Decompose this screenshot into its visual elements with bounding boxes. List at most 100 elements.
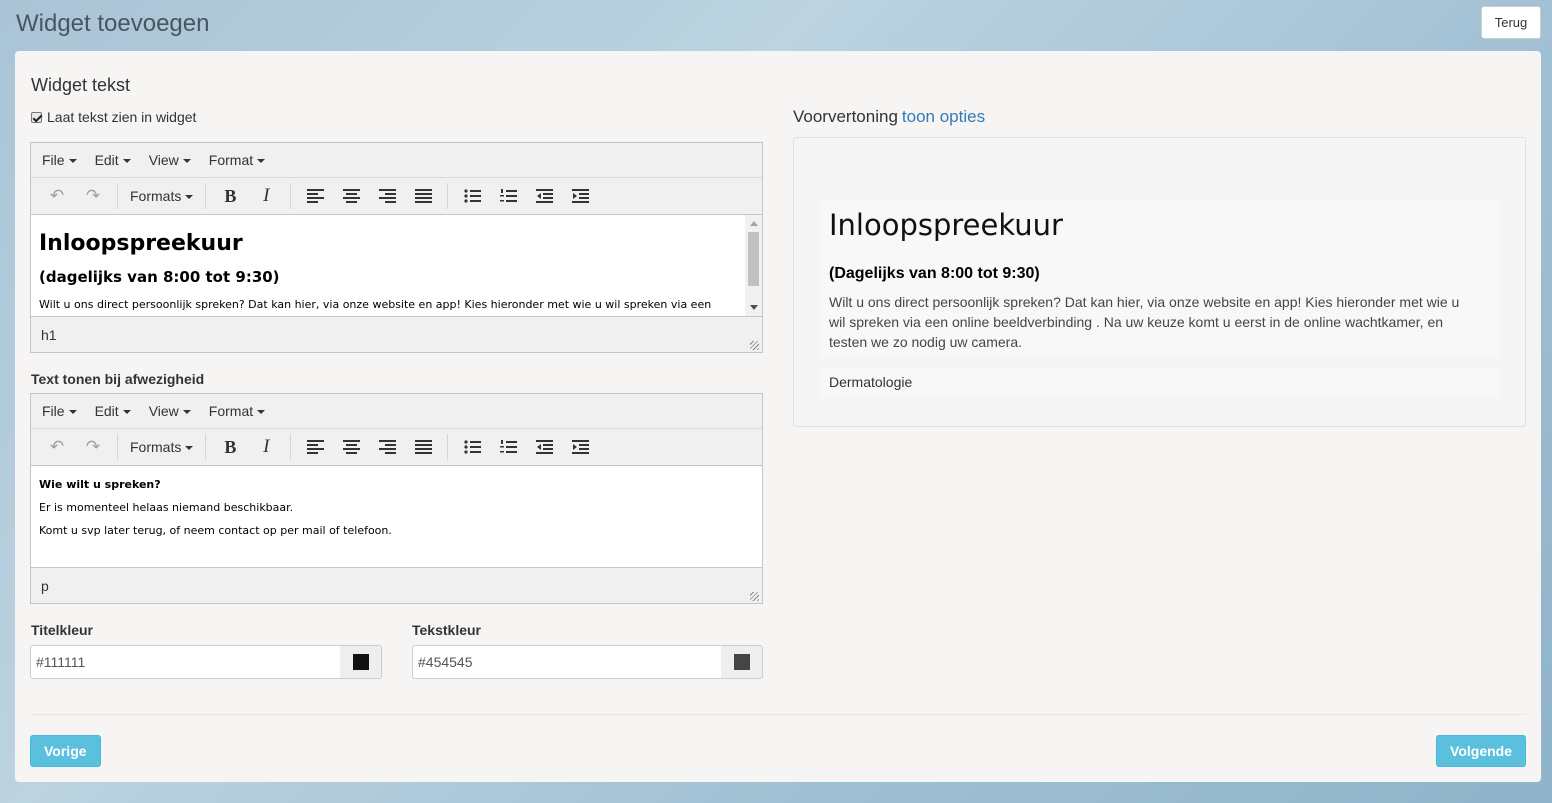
preview-card: Inloopspreekuur (Dagelijks van 8:00 tot … bbox=[821, 200, 1499, 356]
italic-icon[interactable]: I bbox=[248, 434, 284, 460]
numbered-list-icon[interactable] bbox=[490, 434, 526, 460]
preview-label: Voorvertoning bbox=[793, 107, 898, 126]
caret-down-icon bbox=[185, 194, 194, 199]
back-button[interactable]: Terug bbox=[1481, 6, 1541, 39]
caret-down-icon bbox=[68, 409, 77, 414]
caret-down-icon bbox=[68, 158, 77, 163]
element-path[interactable]: h1 bbox=[41, 327, 57, 343]
bullet-list-icon[interactable] bbox=[454, 183, 490, 209]
editor-content-area[interactable]: Wie wilt u spreken? Er is momenteel hela… bbox=[31, 466, 762, 567]
indent-icon[interactable] bbox=[562, 183, 598, 209]
menu-edit-label: Edit bbox=[94, 152, 119, 168]
formats-dropdown[interactable]: Formats bbox=[124, 439, 199, 455]
content-body: Wilt u ons direct persoonlijk spreken? D… bbox=[39, 298, 712, 311]
content-line-1: Er is momenteel helaas niemand beschikba… bbox=[39, 501, 294, 514]
formats-dropdown[interactable]: Formats bbox=[124, 188, 199, 204]
align-justify-icon[interactable] bbox=[405, 434, 441, 460]
scroll-thumb[interactable] bbox=[748, 232, 759, 286]
menu-format-label: Format bbox=[208, 152, 254, 168]
bullet-list-icon[interactable] bbox=[454, 434, 490, 460]
scroll-up-icon[interactable] bbox=[750, 221, 758, 226]
resize-handle-icon[interactable] bbox=[750, 592, 759, 601]
title-color-input[interactable]: #111111 bbox=[30, 645, 341, 679]
content-heading: Inloopspreekuur bbox=[39, 231, 243, 256]
next-button[interactable]: Volgende bbox=[1436, 735, 1526, 767]
align-center-icon[interactable] bbox=[333, 434, 369, 460]
preview-department[interactable]: Dermatologie bbox=[821, 368, 1499, 397]
previous-button[interactable]: Vorige bbox=[30, 735, 101, 767]
formats-label: Formats bbox=[130, 188, 182, 204]
menu-view-label: View bbox=[148, 403, 179, 419]
caret-down-icon bbox=[122, 409, 131, 414]
menu-format-label: Format bbox=[208, 403, 254, 419]
caret-down-icon bbox=[122, 158, 131, 163]
undo-icon[interactable]: ↶ bbox=[39, 183, 75, 209]
bold-icon[interactable]: B bbox=[212, 183, 248, 209]
menu-view-label: View bbox=[148, 152, 179, 168]
text-color-label: Tekstkleur bbox=[412, 622, 481, 638]
title-color-picker[interactable] bbox=[340, 645, 382, 679]
formats-label: Formats bbox=[130, 439, 182, 455]
align-right-icon[interactable] bbox=[369, 183, 405, 209]
align-left-icon[interactable] bbox=[297, 183, 333, 209]
editor-content-area[interactable]: Inloopspreekuur (dagelijks van 8:00 tot … bbox=[31, 215, 762, 316]
undo-icon[interactable]: ↶ bbox=[39, 434, 75, 460]
indent-icon[interactable] bbox=[562, 434, 598, 460]
editor-toolbar: ↶ ↷ Formats B I bbox=[31, 429, 762, 466]
preview-subtitle: (Dagelijks van 8:00 tot 9:30) bbox=[829, 265, 1040, 282]
preview-body: Wilt u ons direct persoonlijk spreken? D… bbox=[829, 294, 1460, 350]
caret-down-icon bbox=[257, 158, 266, 163]
title-color-label: Titelkleur bbox=[31, 622, 93, 638]
menu-view[interactable]: View bbox=[140, 152, 200, 168]
element-path[interactable]: p bbox=[41, 578, 49, 594]
bold-icon[interactable]: B bbox=[212, 434, 248, 460]
outdent-icon[interactable] bbox=[526, 434, 562, 460]
scrollbar[interactable] bbox=[745, 215, 762, 316]
color-swatch-icon bbox=[733, 654, 750, 670]
absence-label: Text tonen bij afwezigheid bbox=[31, 371, 205, 387]
align-center-icon[interactable] bbox=[333, 183, 369, 209]
main-panel: Widget tekst Laat tekst zien in widget F… bbox=[15, 51, 1541, 782]
content-heading: Wie wilt u spreken? bbox=[39, 478, 161, 491]
scroll-down-icon[interactable] bbox=[750, 305, 758, 310]
menu-file[interactable]: File bbox=[33, 403, 86, 419]
show-options-link[interactable]: toon opties bbox=[902, 107, 985, 126]
editor-menubar: File Edit View Format bbox=[31, 143, 762, 178]
menu-edit-label: Edit bbox=[94, 403, 119, 419]
redo-icon[interactable]: ↷ bbox=[75, 183, 111, 209]
show-text-label: Laat tekst zien in widget bbox=[47, 109, 197, 125]
widget-text-editor: File Edit View Format ↶ ↷ Formats B I In… bbox=[30, 142, 763, 353]
absence-text-editor: File Edit View Format ↶ ↷ Formats B I Wi… bbox=[30, 393, 763, 604]
caret-down-icon bbox=[182, 409, 191, 414]
menu-view[interactable]: View bbox=[140, 403, 200, 419]
show-text-checkbox[interactable] bbox=[31, 111, 42, 123]
menu-format[interactable]: Format bbox=[200, 152, 274, 168]
align-left-icon[interactable] bbox=[297, 434, 333, 460]
text-color-picker[interactable] bbox=[721, 645, 763, 679]
text-color-input[interactable]: #454545 bbox=[412, 645, 722, 679]
preview-heading: Voorvertoning toon opties bbox=[793, 107, 985, 127]
caret-down-icon bbox=[182, 158, 191, 163]
outdent-icon[interactable] bbox=[526, 183, 562, 209]
numbered-list-icon[interactable] bbox=[490, 183, 526, 209]
italic-icon[interactable]: I bbox=[248, 183, 284, 209]
caret-down-icon bbox=[257, 409, 266, 414]
editor-menubar: File Edit View Format bbox=[31, 394, 762, 429]
menu-file[interactable]: File bbox=[33, 152, 86, 168]
show-text-checkbox-row[interactable]: Laat tekst zien in widget bbox=[31, 109, 196, 125]
menu-file-label: File bbox=[42, 152, 65, 168]
footer-divider bbox=[30, 714, 1526, 715]
section-heading: Widget tekst bbox=[31, 75, 131, 95]
menu-format[interactable]: Format bbox=[200, 403, 274, 419]
color-swatch-icon bbox=[352, 654, 369, 670]
editor-statusbar: h1 bbox=[31, 316, 762, 353]
align-justify-icon[interactable] bbox=[405, 183, 441, 209]
content-subheading: (dagelijks van 8:00 tot 9:30) bbox=[39, 268, 280, 286]
redo-icon[interactable]: ↷ bbox=[75, 434, 111, 460]
align-right-icon[interactable] bbox=[369, 434, 405, 460]
preview-title: Inloopspreekuur bbox=[829, 208, 1063, 242]
menu-edit[interactable]: Edit bbox=[86, 152, 140, 168]
menu-edit[interactable]: Edit bbox=[86, 403, 140, 419]
resize-handle-icon[interactable] bbox=[750, 341, 759, 350]
editor-statusbar: p bbox=[31, 567, 762, 604]
